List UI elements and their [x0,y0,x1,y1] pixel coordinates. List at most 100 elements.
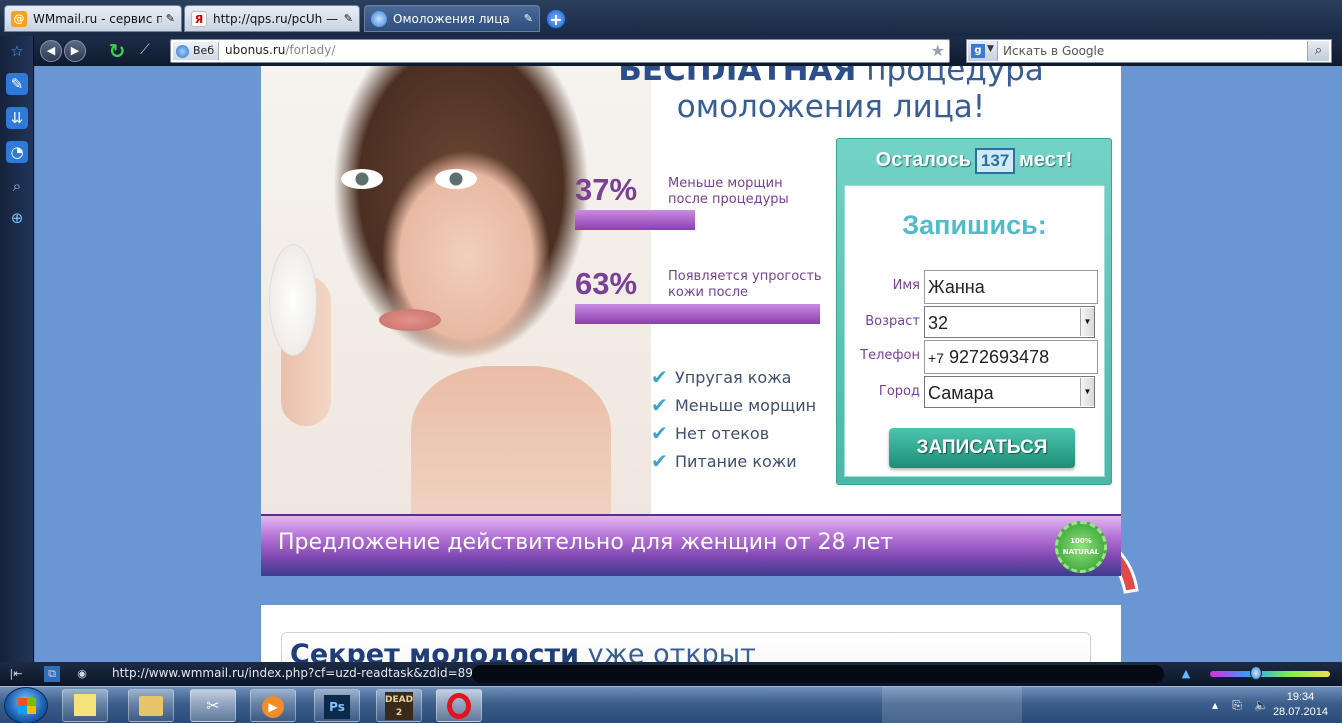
clock[interactable]: 19:34 28.07.2014 [1273,690,1328,720]
zoom-slider-knob[interactable] [1250,666,1262,680]
close-tab-icon[interactable]: ✎ [344,12,353,25]
promo-block: БЕСПЛАТНАЯ процедура омоложения лица! 37… [261,66,1121,576]
checkmark-icon: ✔ [651,365,668,389]
remaining-prefix: Осталось [875,149,972,171]
phone-row: Телефон +7 9272693478 [845,340,1104,374]
benefit-item: ✔ Меньше морщин [651,393,816,417]
remaining-count: 137 [975,148,1016,174]
search-icon[interactable]: ⌕ [1307,41,1329,61]
history-icon[interactable]: ◔ [6,141,28,163]
desktop-icon-ghost [980,0,1024,36]
status-progress-track [472,665,1164,683]
taskbar-preview [882,687,1022,723]
taskbar-game-icon[interactable]: DEAD 2 [376,689,422,722]
secret-card: Секрет молодости уже открыт [281,632,1091,662]
notes-icon[interactable]: ✎ [6,73,28,95]
taskbar-explorer-icon[interactable] [128,689,174,722]
secret-title: Секрет молодости уже открыт [290,639,756,662]
headline-bold: БЕСПЛАТНАЯ [618,66,857,88]
taskbar-tools-icon[interactable]: ✂ [190,689,236,722]
address-field[interactable]: Веб ubonus.ru/forlady/ ★ [170,39,950,63]
wmmail-favicon-icon: @ [11,10,27,27]
bookmarks-star-icon[interactable]: ☆ [6,40,28,62]
city-value: Самара [928,383,994,403]
url-path: /forlady/ [285,43,336,57]
new-tab-plus-icon[interactable]: + [546,9,566,29]
name-field[interactable]: Жанна [924,270,1098,304]
city-label: Город [878,384,920,399]
taskbar-media-icon[interactable]: ▶ [250,689,296,722]
bookmark-star-icon[interactable]: ★ [931,41,945,60]
speed-dial-icon[interactable]: ◉ [74,666,90,682]
secret-section: Секрет молодости уже открыт [261,605,1121,662]
wand-icon[interactable]: ⟋ [140,42,164,60]
close-tab-icon[interactable]: ✎ [166,12,175,25]
panel-toggle-icon[interactable]: |⇤ [8,666,24,682]
chevron-down-icon[interactable]: ▼ [1080,378,1094,406]
benefit-label: Нет отеков [675,423,770,443]
benefit-item: ✔ Нет отеков [651,421,769,445]
page-headline: БЕСПЛАТНАЯ процедура омоложения лица! [561,66,1101,126]
back-arrow-icon[interactable]: ◀ [40,40,62,62]
stat-value: 63% [575,266,638,301]
url-text[interactable]: ubonus.ru/forlady/ [225,43,335,57]
downloads-icon[interactable]: ⇊ [6,107,28,129]
desktop-icon-ghost [920,0,964,36]
taskbar-opera-icon[interactable] [436,689,482,722]
benefit-item: ✔ Упругая кожа [651,365,791,389]
remaining-suffix: мест! [1019,149,1073,171]
forward-arrow-icon[interactable]: ▶ [64,40,86,62]
benefit-label: Питание кожи [675,451,797,471]
tray-chevron-icon[interactable]: ▴ [1208,698,1222,712]
windows-taskbar: ✂ ▶ Ps DEAD 2 ▴ ⎘ 🔈 19:34 28.07.2014 [0,686,1342,723]
age-value: 32 [928,313,949,333]
tray-volume-icon[interactable]: 🔈 [1254,698,1269,712]
secret-title-bold: Секрет молодости [290,639,580,662]
headline-line2: омоложения лица! [676,89,986,125]
name-row: Имя Жанна [845,270,1104,304]
cotton-pad [269,244,317,356]
phone-prefix: +7 [928,350,944,366]
taskbar-photoshop-icon[interactable]: Ps [314,689,360,722]
status-url: http://www.wmmail.ru/index.php?cf=uzd-re… [112,666,504,680]
stat-bar-track [575,304,820,324]
search-engine-selector[interactable]: g ▼ [968,41,998,61]
zoom-slider[interactable] [1210,666,1330,680]
web-badge[interactable]: Веб [173,42,220,60]
tab-stack-icon[interactable]: ⧉ [44,666,60,682]
clock-date: 28.07.2014 [1272,706,1328,718]
tray-usb-icon[interactable]: ⎘ [1230,698,1244,712]
windows-logo-icon [18,698,36,714]
phone-value: 9272693478 [948,347,1050,367]
tab-wmmail[interactable]: @ WMmail.ru - сервис п... ✎ [4,5,182,32]
tab-title: Омоложения лица [393,11,510,26]
chevron-down-icon[interactable]: ▼ [1080,308,1094,336]
lips [379,309,441,331]
city-select[interactable]: Самара ▼ [924,376,1095,408]
stat-value: 37% [575,172,638,207]
signup-form: Осталось 137 мест! Запишись: Имя Жанна Воз… [836,138,1112,485]
age-select[interactable]: 32 ▼ [924,306,1095,338]
start-button[interactable] [4,687,48,723]
add-panel-icon[interactable]: ⊕ [6,207,28,229]
offer-text: Предложение действительно для женщин от … [278,530,894,555]
secret-title-rest: уже открыт [579,639,756,662]
neck-shape [411,366,611,526]
submit-button[interactable]: ЗАПИСАТЬСЯ [889,428,1075,468]
browser-sidebar: ☆ ✎ ⇊ ◔ ⌕ ⊕ [0,36,34,662]
search-field[interactable]: g ▼ Искать в Google ⌕ [966,39,1332,63]
phone-field[interactable]: +7 9272693478 [924,340,1098,374]
reload-icon[interactable]: ↻ [104,39,130,63]
turbo-icon[interactable]: ▲ [1178,666,1194,682]
desktop-icon-ghost [740,0,784,36]
tab-active[interactable]: Омоложения лица ✎ [364,5,540,32]
search-icon[interactable]: ⌕ [6,175,28,197]
tab-title: WMmail.ru - сервис п... [33,11,162,26]
web-badge-label: Веб [193,44,215,57]
tab-qps[interactable]: Я http://qps.ru/pcUh — ... ✎ [184,5,360,32]
taskbar-notes-icon[interactable] [62,689,108,722]
checkmark-icon: ✔ [651,421,668,445]
status-bar: |⇤ ⧉ ◉ http://www.wmmail.ru/index.php?cf… [0,662,1342,686]
close-tab-icon[interactable]: ✎ [524,12,533,25]
benefit-label: Меньше морщин [675,395,817,415]
